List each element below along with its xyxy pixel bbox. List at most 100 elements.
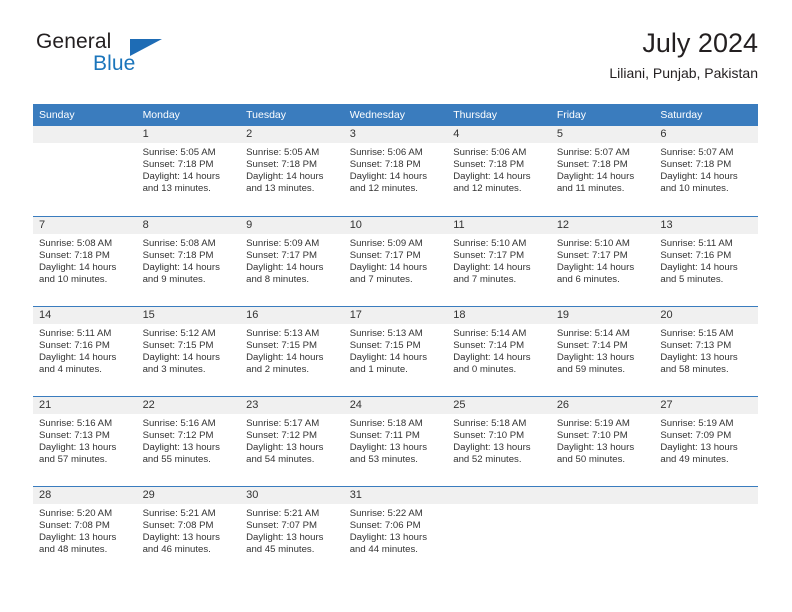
calendar-day-cell[interactable]: 6 Sunrise: 5:07 AM Sunset: 7:18 PM Daylight… — [654, 126, 758, 216]
day-sun-info: Sunrise: 5:16 AM Sunset: 7:13 PM Daylight:… — [33, 414, 137, 466]
day-info-daylight1: Daylight: 14 hours — [660, 261, 738, 273]
calendar-day-cell[interactable]: 31 Sunrise: 5:22 AM Sunset: 7:06 PM Dayligh… — [343, 486, 448, 576]
calendar-day-cell[interactable]: 27 Sunrise: 5:19 AM Sunset: 7:09 PM Dayligh… — [654, 396, 758, 486]
day-info-daylight1: Daylight: 14 hours — [349, 170, 428, 182]
calendar-day-cell[interactable]: 13 Sunrise: 5:11 AM Sunset: 7:16 PM Dayligh… — [654, 216, 758, 306]
calendar-day-cell[interactable]: 26 Sunrise: 5:19 AM Sunset: 7:10 PM Dayligh… — [550, 396, 655, 486]
calendar-day-cell[interactable]: 30 Sunrise: 5:21 AM Sunset: 7:07 PM Dayligh… — [240, 486, 344, 576]
calendar-day-cell[interactable]: 12 Sunrise: 5:10 AM Sunset: 7:17 PM Dayligh… — [550, 216, 655, 306]
calendar-day-cell[interactable]: 1 Sunrise: 5:05 AM Sunset: 7:18 PM Daylight… — [136, 126, 241, 216]
day-cell-inner: 28 Sunrise: 5:20 AM Sunset: 7:08 PM Dayligh… — [33, 486, 137, 576]
calendar-day-cell[interactable]: 22 Sunrise: 5:16 AM Sunset: 7:12 PM Dayligh… — [136, 396, 241, 486]
calendar-day-cell[interactable]: 7 Sunrise: 5:08 AM Sunset: 7:18 PM Daylight… — [33, 216, 137, 306]
day-cell-inner: 3 Sunrise: 5:06 AM Sunset: 7:18 PM Daylight… — [343, 126, 448, 216]
calendar-day-cell[interactable]: 18 Sunrise: 5:14 AM Sunset: 7:14 PM Dayligh… — [447, 306, 551, 396]
day-cell-inner: 14 Sunrise: 5:11 AM Sunset: 7:16 PM Dayligh… — [33, 306, 137, 396]
day-info-sunset: Sunset: 7:13 PM — [660, 339, 732, 351]
day-number: 30 — [240, 487, 344, 504]
day-number: 24 — [343, 397, 448, 414]
calendar-day-cell[interactable]: 4 Sunrise: 5:06 AM Sunset: 7:18 PM Daylight… — [447, 126, 551, 216]
day-number: 27 — [654, 397, 758, 414]
day-cell-inner: 27 Sunrise: 5:19 AM Sunset: 7:09 PM Dayligh… — [654, 396, 758, 486]
calendar-day-cell[interactable]: 23 Sunrise: 5:17 AM Sunset: 7:12 PM Dayligh… — [240, 396, 344, 486]
day-info-sunrise: Sunrise: 5:06 AM — [453, 147, 527, 158]
day-info-daylight1: Daylight: 14 hours — [246, 170, 324, 182]
calendar-day-cell[interactable]: 5 Sunrise: 5:07 AM Sunset: 7:18 PM Daylight… — [550, 126, 655, 216]
calendar-day-cell[interactable]: 21 Sunrise: 5:16 AM Sunset: 7:13 PM Dayligh… — [33, 396, 137, 486]
calendar-day-cell[interactable]: 29 Sunrise: 5:21 AM Sunset: 7:08 PM Dayligh… — [136, 486, 241, 576]
day-number: 20 — [654, 307, 758, 324]
calendar-day-cell[interactable]: 8 Sunrise: 5:08 AM Sunset: 7:18 PM Daylight… — [136, 216, 241, 306]
calendar-body: 1 Sunrise: 5:05 AM Sunset: 7:18 PM Daylight… — [33, 126, 758, 576]
weekday-header-monday: Monday — [136, 104, 241, 126]
day-sun-info: Sunrise: 5:09 AM Sunset: 7:17 PM Daylight:… — [240, 234, 344, 286]
calendar-day-cell[interactable]: 9 Sunrise: 5:09 AM Sunset: 7:17 PM Daylight… — [240, 216, 344, 306]
day-info-sunset: Sunset: 7:18 PM — [556, 158, 628, 170]
day-sun-info: Sunrise: 5:10 AM Sunset: 7:17 PM Daylight:… — [551, 234, 655, 286]
day-info-daylight2: and 44 minutes. — [349, 543, 418, 555]
day-info-daylight2: and 12 minutes. — [349, 182, 418, 194]
weekday-header-saturday: Saturday — [654, 104, 758, 126]
general-blue-logo[interactable]: General Blue — [33, 30, 293, 88]
day-info-daylight2: and 58 minutes. — [660, 363, 729, 375]
day-info-daylight2: and 7 minutes. — [349, 273, 413, 285]
day-sun-info: Sunrise: 5:13 AM Sunset: 7:15 PM Daylight:… — [240, 324, 344, 376]
day-info-daylight2: and 57 minutes. — [39, 453, 108, 465]
calendar-day-cell[interactable]: 11 Sunrise: 5:10 AM Sunset: 7:17 PM Dayligh… — [447, 216, 551, 306]
calendar-page: General Blue July 2024 Liliani, Punjab, … — [0, 0, 792, 612]
day-info-daylight2: and 49 minutes. — [660, 453, 729, 465]
day-info-daylight2: and 2 minutes. — [246, 363, 310, 375]
day-info-daylight1: Daylight: 14 hours — [453, 261, 531, 273]
calendar-day-cell[interactable]: 17 Sunrise: 5:13 AM Sunset: 7:15 PM Dayligh… — [343, 306, 448, 396]
calendar-day-cell — [33, 126, 137, 216]
day-info-sunrise: Sunrise: 5:10 AM — [453, 238, 527, 249]
day-cell-inner: 6 Sunrise: 5:07 AM Sunset: 7:18 PM Daylight… — [654, 126, 758, 216]
day-cell-inner: 15 Sunrise: 5:12 AM Sunset: 7:15 PM Dayligh… — [136, 306, 241, 396]
day-sun-info: Sunrise: 5:16 AM Sunset: 7:12 PM Daylight:… — [137, 414, 241, 466]
weekday-header-thursday: Thursday — [447, 104, 551, 126]
day-info-sunset: Sunset: 7:12 PM — [246, 429, 318, 441]
calendar-day-cell[interactable]: 19 Sunrise: 5:14 AM Sunset: 7:14 PM Dayligh… — [550, 306, 655, 396]
day-sun-info: Sunrise: 5:06 AM Sunset: 7:18 PM Daylight:… — [344, 143, 448, 195]
calendar-day-cell[interactable]: 16 Sunrise: 5:13 AM Sunset: 7:15 PM Dayligh… — [240, 306, 344, 396]
day-info-sunrise: Sunrise: 5:19 AM — [660, 418, 734, 429]
day-info-sunrise: Sunrise: 5:08 AM — [142, 238, 216, 249]
calendar-day-cell[interactable]: 24 Sunrise: 5:18 AM Sunset: 7:11 PM Dayligh… — [343, 396, 448, 486]
calendar-week-row: 21 Sunrise: 5:16 AM Sunset: 7:13 PM Dayligh… — [33, 396, 758, 486]
day-number: 29 — [136, 487, 241, 504]
day-info-daylight1: Daylight: 13 hours — [556, 351, 635, 363]
day-number: 31 — [343, 487, 448, 504]
day-info-sunset: Sunset: 7:16 PM — [660, 249, 732, 261]
day-cell-inner: 24 Sunrise: 5:18 AM Sunset: 7:11 PM Dayligh… — [343, 396, 448, 486]
calendar-day-cell[interactable]: 14 Sunrise: 5:11 AM Sunset: 7:16 PM Dayligh… — [33, 306, 137, 396]
day-info-daylight1: Daylight: 13 hours — [660, 441, 738, 453]
calendar-day-cell[interactable]: 25 Sunrise: 5:18 AM Sunset: 7:10 PM Dayligh… — [447, 396, 551, 486]
weekday-header-wednesday: Wednesday — [343, 104, 448, 126]
day-info-sunrise: Sunrise: 5:07 AM — [556, 147, 630, 158]
day-sun-info: Sunrise: 5:19 AM Sunset: 7:09 PM Daylight:… — [654, 414, 758, 466]
day-info-sunset: Sunset: 7:09 PM — [660, 429, 732, 441]
day-sun-info: Sunrise: 5:11 AM Sunset: 7:16 PM Daylight:… — [654, 234, 758, 286]
calendar-day-cell[interactable]: 28 Sunrise: 5:20 AM Sunset: 7:08 PM Dayligh… — [33, 486, 137, 576]
day-info-sunset: Sunset: 7:08 PM — [39, 519, 110, 531]
day-number: 16 — [240, 307, 344, 324]
day-sun-info: Sunrise: 5:15 AM Sunset: 7:13 PM Daylight:… — [654, 324, 758, 376]
day-cell-inner — [654, 486, 758, 576]
calendar-day-cell[interactable]: 2 Sunrise: 5:05 AM Sunset: 7:18 PM Daylight… — [240, 126, 344, 216]
day-info-sunset: Sunset: 7:15 PM — [142, 339, 214, 351]
day-info-sunrise: Sunrise: 5:07 AM — [660, 147, 734, 158]
calendar-day-cell[interactable]: 3 Sunrise: 5:06 AM Sunset: 7:18 PM Daylight… — [343, 126, 448, 216]
day-info-sunrise: Sunrise: 5:13 AM — [349, 328, 423, 339]
day-info-daylight1: Daylight: 13 hours — [660, 351, 738, 363]
calendar-day-cell[interactable]: 10 Sunrise: 5:09 AM Sunset: 7:17 PM Dayligh… — [343, 216, 448, 306]
day-sun-info: Sunrise: 5:07 AM Sunset: 7:18 PM Daylight:… — [654, 143, 758, 195]
day-number: 3 — [343, 126, 448, 143]
day-info-sunrise: Sunrise: 5:16 AM — [39, 418, 113, 429]
calendar-day-cell[interactable]: 20 Sunrise: 5:15 AM Sunset: 7:13 PM Dayligh… — [654, 306, 758, 396]
day-info-daylight2: and 8 minutes. — [246, 273, 310, 285]
day-info-daylight2: and 48 minutes. — [39, 543, 108, 555]
day-cell-inner: 4 Sunrise: 5:06 AM Sunset: 7:18 PM Daylight… — [447, 126, 551, 216]
calendar-day-cell[interactable]: 15 Sunrise: 5:12 AM Sunset: 7:15 PM Dayligh… — [136, 306, 241, 396]
day-number: 25 — [447, 397, 551, 414]
day-info-sunrise: Sunrise: 5:11 AM — [660, 238, 733, 249]
